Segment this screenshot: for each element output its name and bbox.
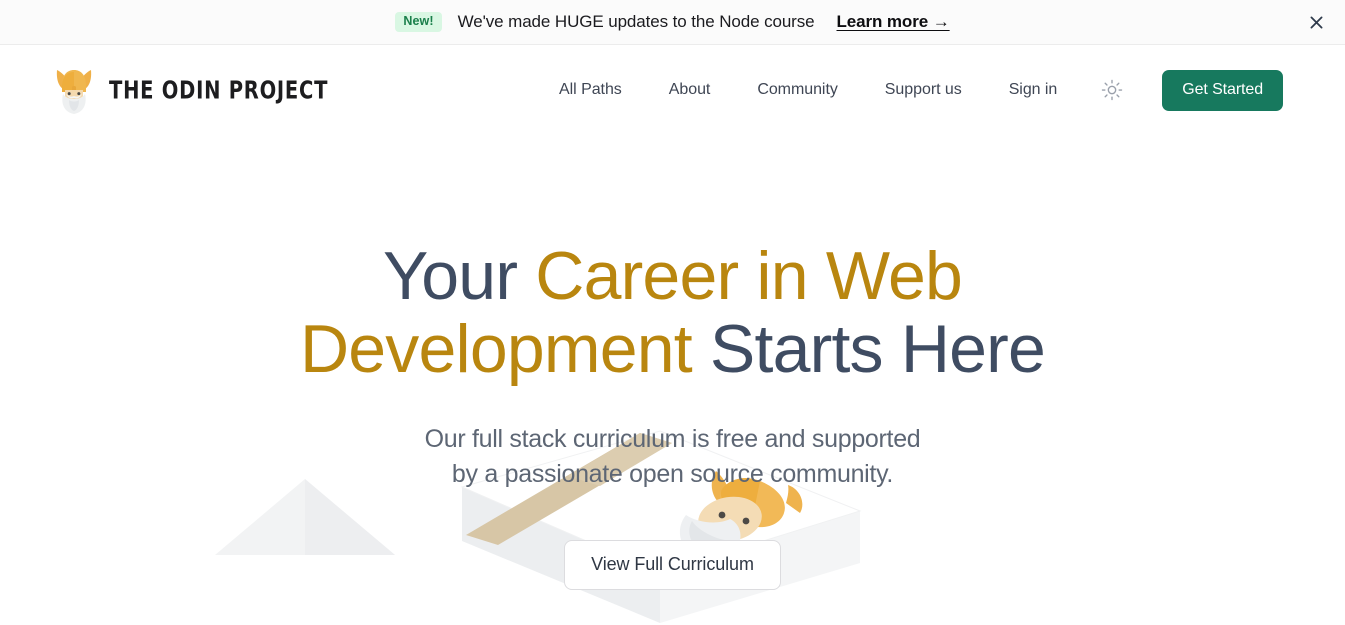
hero-copy: Your Career in Web Development Starts He… xyxy=(0,135,1345,590)
announcement-learn-more-link[interactable]: Learn more → xyxy=(837,12,950,32)
theme-toggle-button[interactable] xyxy=(1097,75,1127,105)
hero-section: Your Career in Web Development Starts He… xyxy=(0,135,1345,625)
nav-support-us[interactable]: Support us xyxy=(885,81,962,99)
site-header: THE ODIN PROJECT All Paths About Communi… xyxy=(0,45,1345,135)
view-full-curriculum-button[interactable]: View Full Curriculum xyxy=(564,539,781,590)
get-started-button[interactable]: Get Started xyxy=(1162,69,1283,111)
nav-list: All Paths About Community Support us Sig… xyxy=(559,81,1057,99)
hero-title-part2: Starts Here xyxy=(691,310,1046,387)
odin-viking-logo-icon xyxy=(56,70,92,114)
announcement-message: We've made HUGE updates to the Node cour… xyxy=(457,12,815,31)
hero-subtitle: Our full stack curriculum is free and su… xyxy=(424,424,921,488)
hero-title-part1: Your xyxy=(382,238,536,314)
hero-title: Your Career in Web Development Starts He… xyxy=(223,240,1123,386)
close-icon xyxy=(1310,16,1322,28)
announcement-new-badge: New! xyxy=(395,12,442,32)
primary-navigation: All Paths About Community Support us Sig… xyxy=(559,81,1057,99)
brand-logo-link[interactable]: THE ODIN PROJECT xyxy=(52,64,345,116)
nav-sign-in[interactable]: Sign in xyxy=(1009,81,1058,99)
nav-all-paths[interactable]: All Paths xyxy=(559,81,622,99)
announcement-close-button[interactable] xyxy=(1301,7,1331,37)
announcement-content: New! We've made HUGE updates to the Node… xyxy=(395,12,950,32)
nav-community[interactable]: Community xyxy=(757,81,838,99)
announcement-banner: New! We've made HUGE updates to the Node… xyxy=(0,0,1345,45)
sun-icon xyxy=(1102,79,1123,101)
nav-about[interactable]: About xyxy=(669,81,711,99)
brand-name-text: THE ODIN PROJECT xyxy=(109,75,329,105)
hero-action-row: View Full Curriculum xyxy=(0,539,1345,590)
